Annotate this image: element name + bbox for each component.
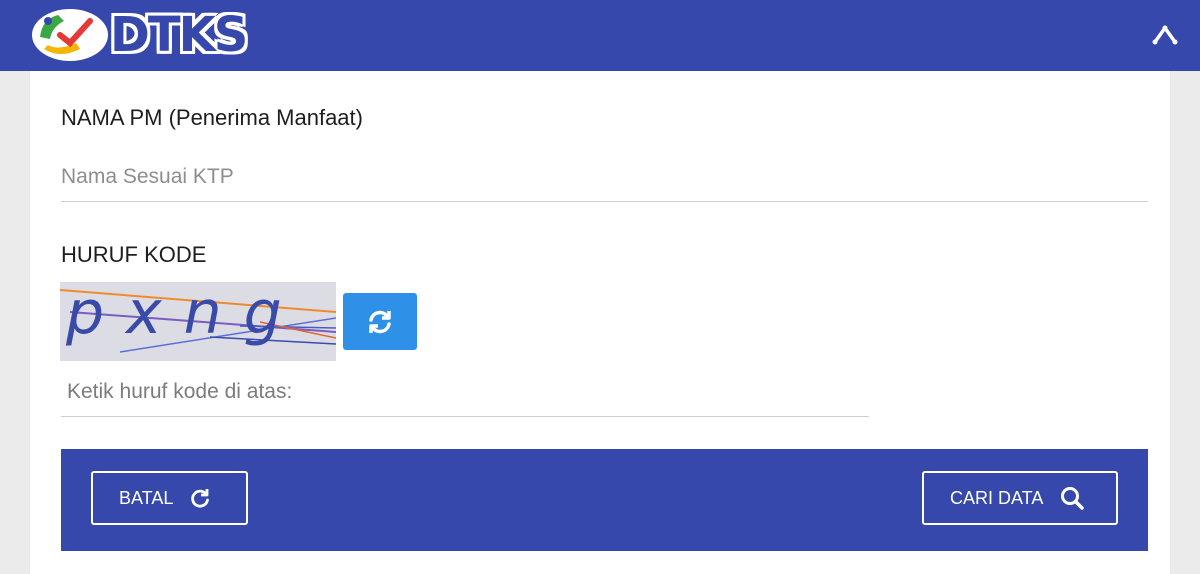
cancel-button-label: BATAL: [119, 487, 174, 508]
captcha-refresh-button[interactable]: [343, 293, 417, 350]
logo-text: DTKS: [110, 7, 248, 63]
name-input[interactable]: [61, 153, 1148, 202]
captcha-text: pxng: [66, 282, 304, 348]
code-label: HURUF KODE: [61, 242, 207, 267]
captcha-image: pxng: [60, 282, 336, 361]
captcha-input[interactable]: [61, 367, 869, 417]
search-data-button[interactable]: CARI DATA: [922, 471, 1118, 525]
cancel-button[interactable]: BATAL: [91, 471, 248, 525]
chevron-up-icon[interactable]: [1152, 22, 1178, 48]
name-label: NAMA PM (Penerima Manfaat): [61, 105, 363, 130]
search-form-card: NAMA PM (Penerima Manfaat) HURUF KODE px…: [30, 71, 1170, 574]
form-footer: BATAL CARI DATA: [61, 449, 1148, 551]
refresh-icon: [369, 310, 391, 334]
search-icon: [1061, 487, 1085, 510]
top-bar: DTKS: [0, 0, 1200, 71]
dtks-logo[interactable]: DTKS: [30, 7, 248, 63]
dtks-logo-icon: [32, 9, 108, 61]
reload-icon: [191, 489, 210, 508]
search-button-label: CARI DATA: [950, 487, 1044, 508]
